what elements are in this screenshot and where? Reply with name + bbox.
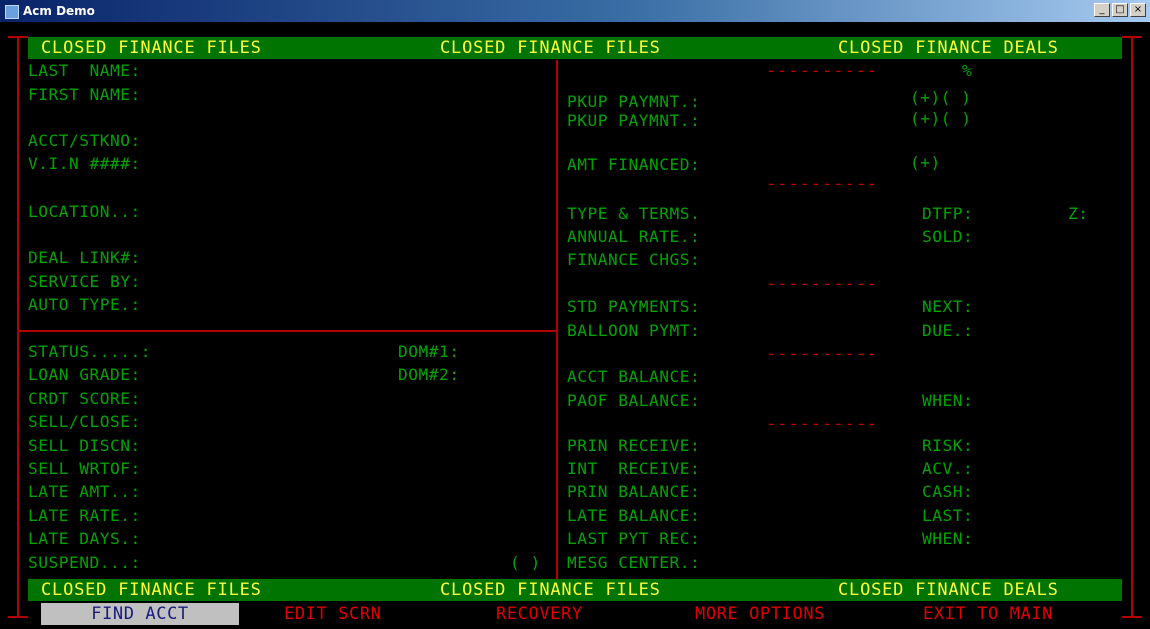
sold-label: SOLD:	[922, 227, 974, 246]
pkup-payment-2-label: PKUP PAYMNT.:	[567, 111, 701, 130]
frame-left-line	[17, 36, 19, 616]
function-menu: FIND ACCT EDIT SCRN RECOVERY MORE OPTION…	[28, 602, 1122, 626]
loan-grade-label: LOAN GRADE:	[28, 365, 141, 384]
bottom-banner-left: CLOSED FINANCE FILES	[41, 580, 262, 600]
window-controls: _ □ ×	[1092, 3, 1146, 17]
sell-close-label: SELL/CLOSE:	[28, 412, 141, 431]
cash-label: CASH:	[922, 482, 974, 501]
location-label: LOCATION..:	[28, 202, 141, 221]
sell-wrtof-label: SELL WRTOF:	[28, 459, 141, 478]
acct-stkno-label: ACCT/STKNO:	[28, 131, 141, 150]
paof-balance-label: PAOF BALANCE:	[567, 391, 701, 410]
when-label-2: WHEN:	[922, 529, 974, 548]
late-rate-label: LATE RATE.:	[28, 506, 141, 525]
dom2-label: DOM#2:	[398, 365, 460, 384]
z-label: Z:	[1068, 204, 1089, 223]
acv-label: ACV.:	[922, 459, 974, 478]
next-label: NEXT:	[922, 297, 974, 316]
last-label: LAST:	[922, 506, 974, 525]
annual-rate-label: ANNUAL RATE.:	[567, 227, 701, 246]
exit-to-main-button[interactable]: EXIT TO MAIN	[923, 603, 1053, 625]
close-button[interactable]: ×	[1130, 3, 1146, 17]
balloon-pymt-label: BALLOON PYMT:	[567, 321, 701, 340]
bottom-banner-right: CLOSED FINANCE DEALS	[838, 580, 1059, 600]
finance-chgs-label: FINANCE CHGS:	[567, 250, 701, 269]
top-banner-right: CLOSED FINANCE DEALS	[838, 38, 1059, 58]
bottom-banner: CLOSED FINANCE FILES CLOSED FINANCE FILE…	[28, 579, 1122, 601]
bottom-banner-center: CLOSED FINANCE FILES	[440, 580, 661, 600]
recovery-button[interactable]: RECOVERY	[496, 603, 583, 625]
frame-bottom-right-tick	[1122, 616, 1142, 618]
late-days-label: LATE DAYS.:	[28, 529, 141, 548]
pkup-payment-1-label: PKUP PAYMNT.:	[567, 92, 701, 111]
prin-balance-label: PRIN BALANCE:	[567, 482, 701, 501]
frame-right-line	[1131, 36, 1133, 616]
more-options-button[interactable]: MORE OPTIONS	[695, 603, 825, 625]
dash-line-5: ----------	[766, 414, 879, 433]
center-divider	[556, 60, 558, 584]
first-name-label: FIRST NAME:	[28, 85, 141, 104]
top-banner: CLOSED FINANCE FILES CLOSED FINANCE FILE…	[28, 37, 1122, 59]
dash-line-1: ----------	[766, 61, 879, 80]
pkup-payment-1-flag: (+)( )	[910, 88, 972, 107]
service-by-label: SERVICE BY:	[28, 272, 141, 291]
dash-line-3: ----------	[766, 274, 879, 293]
minimize-button[interactable]: _	[1094, 3, 1110, 17]
find-acct-button[interactable]: FIND ACCT	[41, 603, 239, 625]
crdt-score-label: CRDT SCORE:	[28, 389, 141, 408]
left-section-divider	[17, 330, 558, 332]
last-pyt-rec-label: LAST PYT REC:	[567, 529, 701, 548]
sell-discn-label: SELL DISCN:	[28, 436, 141, 455]
percent-sign: %	[962, 61, 973, 80]
suspend-label: SUSPEND...:	[28, 553, 141, 572]
risk-label: RISK:	[922, 436, 974, 455]
dtfp-label: DTFP:	[922, 204, 974, 223]
auto-type-label: AUTO TYPE.:	[28, 295, 141, 314]
amt-financed-flag: (+)	[910, 153, 941, 172]
late-amt-label: LATE AMT..:	[28, 482, 141, 501]
window-titlebar: Acm Demo _ □ ×	[0, 0, 1150, 22]
int-receive-label: INT RECEIVE:	[567, 459, 701, 478]
prin-receive-label: PRIN RECEIVE:	[567, 436, 701, 455]
dash-line-2: ----------	[766, 174, 879, 193]
suspend-flag: ( )	[510, 553, 541, 572]
last-name-label: LAST NAME:	[28, 61, 141, 80]
status-label: STATUS.....:	[28, 342, 151, 361]
window-title: Acm Demo	[23, 4, 95, 18]
deal-link-label: DEAL LINK#:	[28, 248, 141, 267]
vin-label: V.I.N ####:	[28, 154, 141, 173]
top-banner-left: CLOSED FINANCE FILES	[41, 38, 262, 58]
pkup-payment-2-flag: (+)( )	[910, 109, 972, 128]
type-terms-label: TYPE & TERMS.	[567, 204, 701, 223]
due-label: DUE.:	[922, 321, 974, 340]
frame-bottom-left-tick	[8, 616, 28, 618]
maximize-button[interactable]: □	[1112, 3, 1128, 17]
acct-balance-label: ACCT BALANCE:	[567, 367, 701, 386]
frame-top-left-tick	[8, 36, 28, 38]
when-label-1: WHEN:	[922, 391, 974, 410]
terminal-screen: CLOSED FINANCE FILES CLOSED FINANCE FILE…	[0, 22, 1150, 629]
app-icon	[3, 3, 19, 19]
frame-top-right-tick	[1122, 36, 1142, 38]
dash-line-4: ----------	[766, 344, 879, 363]
std-payments-label: STD PAYMENTS:	[567, 297, 701, 316]
dom1-label: DOM#1:	[398, 342, 460, 361]
amt-financed-label: AMT FINANCED:	[567, 155, 701, 174]
late-balance-label: LATE BALANCE:	[567, 506, 701, 525]
mesg-center-label: MESG CENTER.:	[567, 553, 701, 572]
top-banner-center: CLOSED FINANCE FILES	[440, 38, 661, 58]
edit-scrn-button[interactable]: EDIT SCRN	[284, 603, 382, 625]
